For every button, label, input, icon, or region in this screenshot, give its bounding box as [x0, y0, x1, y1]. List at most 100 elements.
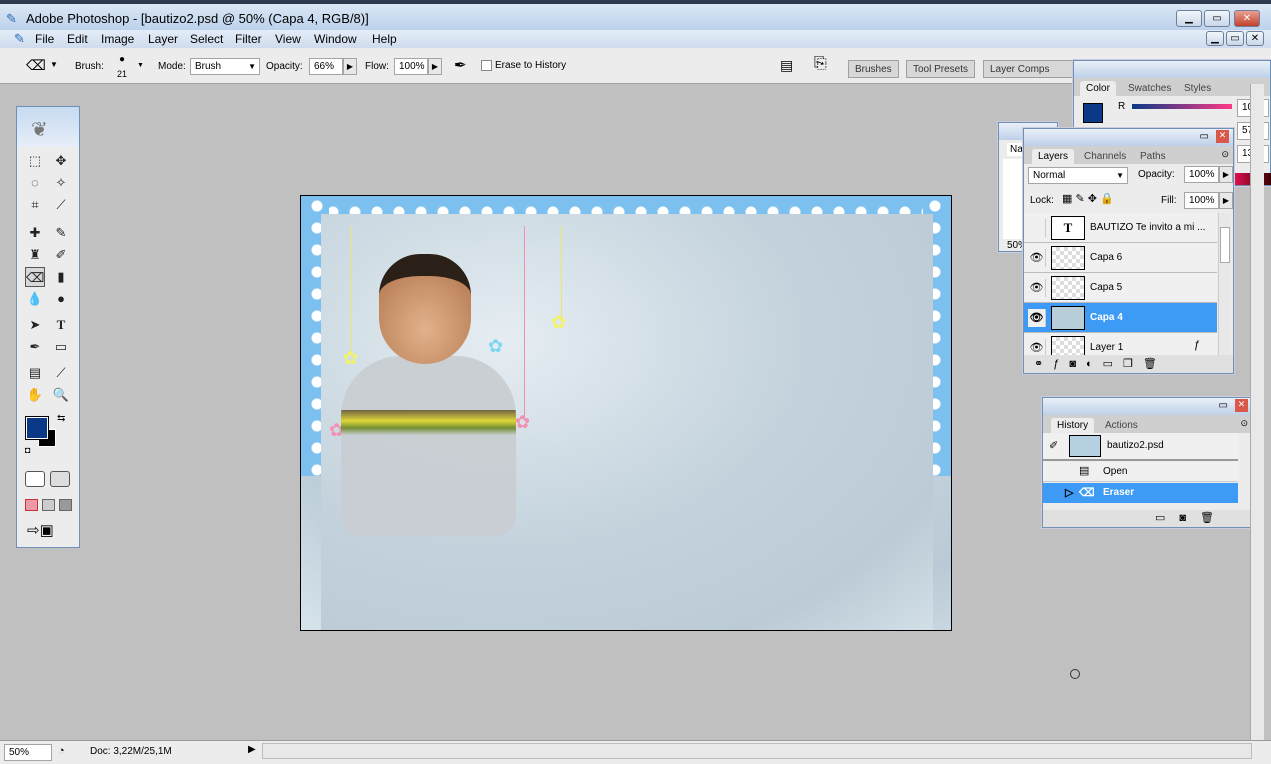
eye-icon[interactable]: 👁 — [1028, 339, 1046, 355]
screen-mode-standard-button[interactable] — [25, 499, 38, 511]
tab-layers[interactable]: Layers — [1032, 149, 1075, 164]
tab-paths[interactable]: Paths — [1134, 149, 1172, 164]
color-foreground-swatch[interactable] — [1083, 103, 1103, 123]
marquee-tool-icon[interactable]: ⬚ — [25, 151, 45, 171]
panel-minimize-icon[interactable]: ▭ — [1200, 131, 1209, 142]
layer-row[interactable]: 👁 Capa 5 — [1024, 273, 1217, 303]
move-tool-icon[interactable]: ✥ — [51, 151, 71, 171]
menu-window[interactable]: Window — [314, 32, 357, 46]
doc-minimize-button[interactable]: ▁ — [1206, 31, 1224, 46]
hand-tool-icon[interactable]: ✋ — [25, 385, 45, 405]
tab-color[interactable]: Color — [1080, 81, 1116, 96]
vertical-scrollbar[interactable] — [1250, 84, 1264, 740]
lock-icons[interactable]: ▦ ✎ ✥ 🔒 — [1062, 192, 1114, 205]
fill-slider[interactable]: ▶ — [1219, 192, 1233, 209]
minimize-button[interactable]: ▁ — [1176, 10, 1202, 27]
red-slider[interactable] — [1132, 104, 1232, 109]
menu-filter[interactable]: Filter — [235, 32, 262, 46]
layer-effects-icon[interactable]: ƒ — [1194, 339, 1200, 351]
layer-row[interactable]: 👁 Capa 6 — [1024, 243, 1217, 273]
eyedropper-tool-icon[interactable]: ⟋ — [51, 363, 71, 383]
fill-input[interactable]: 100% — [1184, 192, 1219, 209]
menu-help[interactable]: Help — [372, 32, 397, 46]
history-item[interactable]: ▤ Open — [1043, 462, 1238, 482]
document-canvas[interactable]: ✿ ✿ ✿ ✿ ✿ — [300, 195, 952, 631]
path-selection-tool-icon[interactable]: ➤ — [25, 315, 45, 335]
zoom-input[interactable]: 50% — [4, 744, 52, 761]
quick-mask-button[interactable] — [50, 471, 70, 487]
eye-icon[interactable]: 👁 — [1028, 309, 1046, 327]
well-tab-brushes[interactable]: Brushes — [848, 60, 899, 78]
preset-dropdown-icon[interactable]: ▼ — [50, 60, 58, 69]
history-state-marker-icon[interactable]: ▷ — [1065, 486, 1073, 499]
file-browser-icon[interactable]: ▤ — [780, 57, 793, 74]
panel-menu-icon[interactable]: ⊙ — [1221, 149, 1229, 160]
layer-opacity-slider[interactable]: ▶ — [1219, 166, 1233, 183]
foreground-color-swatch[interactable] — [25, 416, 49, 440]
type-tool-icon[interactable]: T — [51, 315, 71, 335]
eraser-preset-icon[interactable]: ⌫ — [26, 57, 46, 74]
healing-brush-tool-icon[interactable]: ✚ — [25, 223, 45, 243]
zoom-tool-icon[interactable]: 🔍 — [51, 385, 71, 405]
layer-row-selected[interactable]: 👁 Capa 4 — [1024, 303, 1217, 333]
flow-input[interactable]: 100% — [394, 58, 428, 75]
screen-mode-full-menu-button[interactable] — [42, 499, 55, 511]
panel-close-icon[interactable]: ✕ — [1235, 399, 1248, 412]
menu-select[interactable]: Select — [190, 32, 223, 46]
dodge-tool-icon[interactable]: ● — [51, 289, 71, 309]
brush-tool-icon[interactable]: ✎ — [51, 223, 71, 243]
jump-to-imageready-icon[interactable]: ⇨▣ — [27, 521, 54, 539]
eye-icon[interactable]: 👁 — [1028, 279, 1046, 297]
history-snapshot[interactable]: ✐ bautizo2.psd — [1043, 433, 1238, 461]
blur-tool-icon[interactable]: 💧 — [25, 289, 45, 309]
gradient-tool-icon[interactable]: ▮ — [51, 267, 71, 287]
blend-mode-select[interactable]: Normal ▼ — [1028, 167, 1128, 184]
mode-select[interactable]: Brush ▼ — [190, 58, 260, 75]
layer-row[interactable]: 👁 Layer 1ƒ — [1024, 333, 1217, 355]
menu-layer[interactable]: Layer — [148, 32, 178, 46]
swap-colors-icon[interactable]: ⇆ — [57, 413, 65, 424]
tab-history[interactable]: History — [1051, 418, 1095, 433]
history-footer-buttons[interactable]: ▭◙🗑 — [1043, 510, 1252, 527]
history-item-selected[interactable]: ▷ ⌫ Eraser — [1043, 483, 1238, 503]
menu-file[interactable]: File — [35, 32, 54, 46]
menu-image[interactable]: Image — [101, 32, 134, 46]
well-tab-tool-presets[interactable]: Tool Presets — [906, 60, 976, 78]
status-menu-icon[interactable]: ◔ — [58, 745, 65, 757]
menu-edit[interactable]: Edit — [67, 32, 88, 46]
eraser-tool-icon[interactable]: ⌫ — [25, 267, 45, 287]
layer-opacity-input[interactable]: 100% — [1184, 166, 1219, 183]
layer-row[interactable]: T BAUTIZO Te invito a mi ... — [1024, 213, 1217, 243]
brush-tip-icon[interactable]: ● — [119, 54, 125, 65]
panel-close-icon[interactable]: ✕ — [1216, 130, 1229, 143]
image-ready-icon[interactable]: ⎘ — [814, 55, 827, 73]
opacity-input[interactable]: 66% — [309, 58, 343, 75]
standard-mode-button[interactable] — [25, 471, 45, 487]
magic-wand-tool-icon[interactable]: ✧ — [51, 173, 71, 193]
status-arrow-icon[interactable]: ▶ — [248, 744, 256, 755]
crop-tool-icon[interactable]: ⌗ — [25, 195, 45, 215]
lasso-tool-icon[interactable]: ◌ — [25, 173, 45, 193]
panel-menu-icon[interactable]: ⊙ — [1240, 418, 1248, 429]
slice-tool-icon[interactable]: ⟋ — [51, 195, 71, 215]
airbrush-icon[interactable]: ✒ — [454, 56, 467, 74]
notes-tool-icon[interactable]: ▤ — [25, 363, 45, 383]
maximize-button[interactable]: ▭ — [1204, 10, 1230, 27]
doc-restore-button[interactable]: ▭ — [1226, 31, 1244, 46]
panel-minimize-icon[interactable]: ▭ — [1219, 400, 1228, 411]
screen-mode-full-button[interactable] — [59, 499, 72, 511]
tab-swatches[interactable]: Swatches — [1122, 81, 1177, 96]
clone-stamp-tool-icon[interactable]: ♜ — [25, 245, 45, 265]
history-brush-tool-icon[interactable]: ✐ — [51, 245, 71, 265]
close-button[interactable]: ✕ — [1234, 10, 1260, 27]
eye-icon[interactable]: 👁 — [1028, 249, 1046, 267]
opacity-slider-button[interactable]: ▶ — [343, 58, 357, 75]
horizontal-scrollbar[interactable] — [262, 743, 1252, 759]
menu-view[interactable]: View — [275, 32, 301, 46]
erase-to-history-checkbox[interactable] — [481, 60, 492, 71]
shape-tool-icon[interactable]: ▭ — [51, 337, 71, 357]
flow-slider-button[interactable]: ▶ — [428, 58, 442, 75]
well-tab-layer-comps[interactable]: Layer Comps — [983, 60, 1073, 78]
doc-close-button[interactable]: ✕ — [1246, 31, 1264, 46]
visibility-toggle[interactable] — [1028, 219, 1046, 237]
